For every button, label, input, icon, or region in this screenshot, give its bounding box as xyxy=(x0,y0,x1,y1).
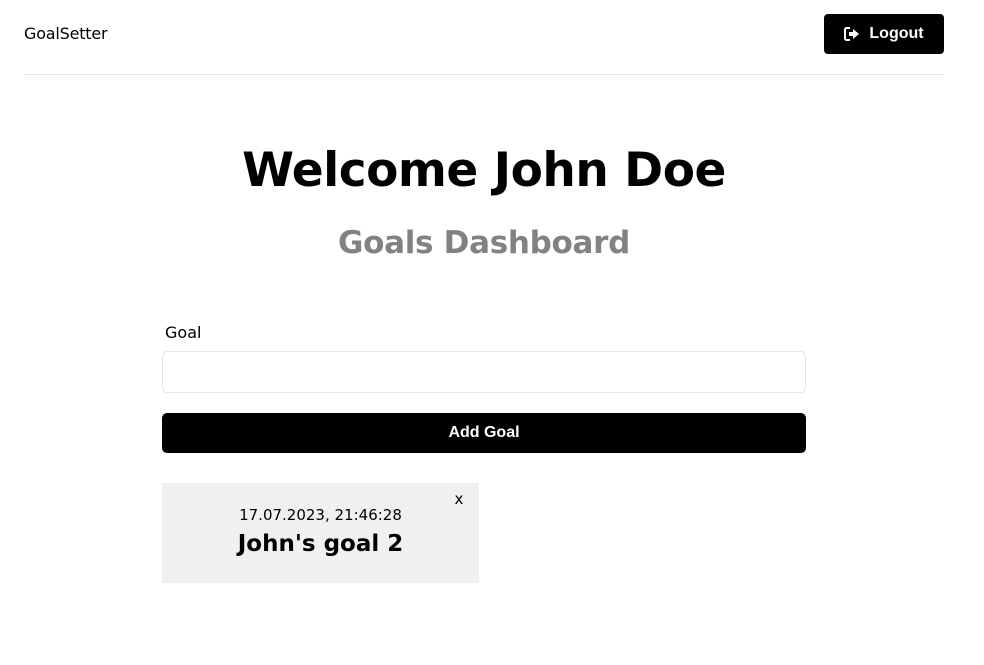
goal-field-label: Goal xyxy=(165,323,202,342)
delete-goal-button[interactable]: x xyxy=(452,490,466,510)
goal-text: John's goal 2 xyxy=(237,531,404,557)
logout-button[interactable]: Logout xyxy=(824,14,944,54)
app-header: GoalSetter Logout xyxy=(24,0,944,75)
dashboard-subtitle: Goals Dashboard xyxy=(337,225,631,261)
goal-timestamp: 17.07.2023, 21:46:28 xyxy=(239,506,402,524)
welcome-heading: Welcome John Doe xyxy=(242,143,726,198)
goal-input[interactable] xyxy=(162,351,806,393)
goal-card: 17.07.2023, 21:46:28 John's goal 2 x xyxy=(162,483,479,583)
app-logo[interactable]: GoalSetter xyxy=(24,24,108,43)
sign-out-icon xyxy=(844,27,860,41)
logout-label: Logout xyxy=(869,25,924,42)
add-goal-button[interactable]: Add Goal xyxy=(162,413,806,453)
